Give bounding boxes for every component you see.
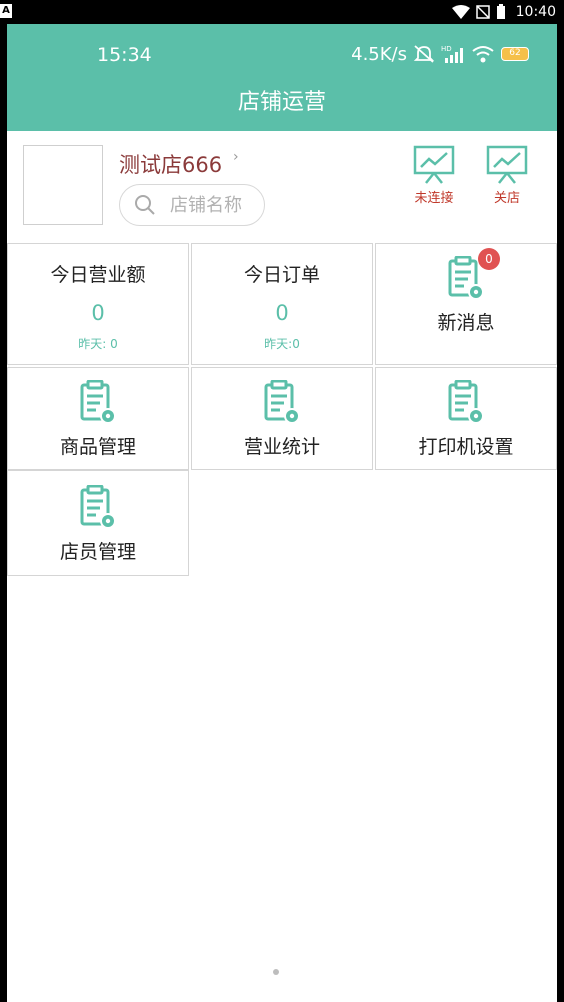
business-statistics-label: 营业统计 [243, 436, 320, 458]
mute-icon [413, 45, 435, 63]
staff-management-label: 店员管理 [59, 541, 136, 563]
signal-icon [475, 5, 490, 19]
system-status-bar: A 10:40 [0, 0, 564, 24]
today-revenue-value: 0 [91, 301, 105, 325]
printer-settings-label: 打印机设置 [418, 436, 514, 458]
today-orders-value: 0 [275, 301, 289, 325]
clipboard-gear-icon [80, 484, 116, 529]
today-revenue-title: 今日营业额 [50, 264, 146, 286]
battery-icon: 62 [501, 47, 529, 61]
close-store-button[interactable]: 关店 [477, 145, 537, 206]
yesterday-orders: 昨天:0 [264, 337, 300, 351]
product-management-label: 商品管理 [59, 436, 136, 458]
search-icon [135, 195, 155, 215]
page-title: 店铺运营 [237, 90, 326, 115]
wifi-icon [472, 46, 494, 63]
business-statistics-card[interactable]: 营业统计 [191, 367, 373, 470]
connection-status-label: 未连接 [414, 191, 454, 206]
system-time: 10:40 [515, 4, 556, 20]
today-orders-title: 今日订单 [243, 264, 320, 286]
notification-a-icon: A [0, 4, 12, 18]
store-name[interactable]: 测试店666 [119, 149, 222, 179]
clipboard-gear-icon [264, 379, 300, 424]
store-search-box[interactable] [119, 184, 265, 226]
inner-status-bar: 15:34 4.5K/s HD 62 [7, 24, 557, 82]
printer-settings-card[interactable]: 打印机设置 [375, 367, 557, 470]
inner-time: 15:34 [97, 44, 152, 66]
store-info-row: 测试店666 › 未连接 关店 [7, 131, 557, 243]
connection-status-button[interactable]: 未连接 [404, 145, 464, 206]
wifi-icon [451, 5, 470, 19]
store-search-input[interactable] [170, 194, 262, 216]
presentation-board-icon [413, 145, 455, 184]
clipboard-gear-icon [80, 379, 116, 424]
home-indicator[interactable] [273, 969, 279, 975]
chevron-right-icon[interactable]: › [233, 149, 239, 165]
svg-text:HD: HD [441, 45, 452, 53]
today-revenue-card[interactable]: 今日营业额 0 昨天: 0 [7, 243, 189, 365]
new-messages-label: 新消息 [437, 312, 495, 334]
close-store-label: 关店 [493, 191, 520, 206]
cellular-signal-icon: HD [441, 45, 463, 63]
message-count-badge: 0 [478, 248, 500, 270]
yesterday-revenue: 昨天: 0 [78, 337, 118, 351]
staff-management-card[interactable]: 店员管理 [7, 470, 189, 576]
network-speed: 4.5K/s [351, 43, 407, 65]
clipboard-gear-icon [448, 379, 484, 424]
battery-level: 62 [509, 48, 521, 58]
product-management-card[interactable]: 商品管理 [7, 367, 189, 470]
app-header: 15:34 4.5K/s HD 62 店铺运营 [7, 24, 557, 131]
presentation-board-icon [486, 145, 528, 184]
app-screen: 15:34 4.5K/s HD 62 店铺运营 测试店666 › 未连接 [7, 24, 557, 1002]
today-orders-card[interactable]: 今日订单 0 昨天:0 [191, 243, 373, 365]
battery-icon [496, 4, 505, 19]
new-messages-card[interactable]: 0 新消息 [375, 243, 557, 365]
store-logo[interactable] [23, 145, 103, 225]
